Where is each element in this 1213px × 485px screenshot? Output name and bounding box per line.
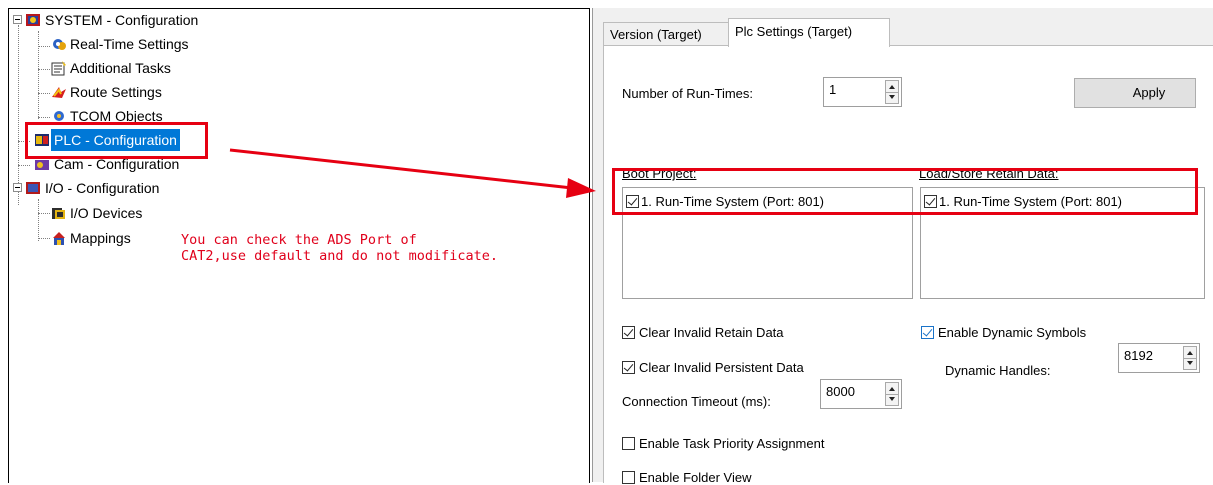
spin-down-icon[interactable] bbox=[1187, 361, 1193, 365]
runtimes-label: Number of Run-Times: bbox=[622, 86, 753, 101]
annotation-line: You can check the ADS Port of bbox=[181, 232, 417, 248]
tree-label: SYSTEM - Configuration bbox=[45, 12, 199, 28]
plc-config-icon bbox=[35, 134, 49, 146]
tree-label: Route Settings bbox=[70, 84, 162, 100]
retain-runtime-item: 1. Run-Time System (Port: 801) bbox=[939, 194, 1123, 209]
boot-project-label: Boot Project: bbox=[622, 166, 697, 181]
connection-timeout-label: Connection Timeout (ms): bbox=[622, 394, 771, 409]
system-config-icon bbox=[26, 14, 40, 26]
tcom-icon bbox=[54, 111, 64, 121]
dynamic-symbols-checkbox[interactable] bbox=[921, 326, 934, 339]
tree-item-route-settings[interactable]: Route Settings bbox=[9, 81, 259, 103]
tree-item-io-devices[interactable]: I/O Devices bbox=[9, 202, 259, 224]
tree-item-tcom-objects[interactable]: TCOM Objects bbox=[9, 105, 259, 127]
runtimes-value: 1 bbox=[829, 82, 837, 97]
annotation-line: CAT2,use default and do not modificate. bbox=[181, 248, 498, 264]
clear-retain-label: Clear Invalid Retain Data bbox=[639, 325, 784, 340]
apply-label: Apply bbox=[1132, 85, 1166, 100]
boot-project-list[interactable]: 1. Run-Time System (Port: 801) bbox=[622, 187, 913, 299]
tree-label: Additional Tasks bbox=[70, 60, 171, 76]
tab-label: Version (Target) bbox=[610, 27, 702, 42]
tab-plc-settings-target[interactable]: Plc Settings (Target) bbox=[728, 18, 890, 47]
spin-down-icon[interactable] bbox=[889, 397, 895, 401]
tree-item-realtime-settings[interactable]: Real-Time Settings bbox=[9, 33, 259, 55]
runtimes-spinner[interactable]: 1 bbox=[823, 77, 902, 107]
dynamic-handles-label: Dynamic Handles: bbox=[945, 363, 1051, 378]
mappings-icon bbox=[53, 232, 65, 245]
tree-label: Cam - Configuration bbox=[54, 156, 180, 172]
tab-label: Plc Settings (Target) bbox=[735, 24, 853, 39]
folder-view-label: Enable Folder View bbox=[639, 470, 752, 485]
retain-data-list[interactable]: 1. Run-Time System (Port: 801) bbox=[920, 187, 1205, 299]
boot-runtime-checkbox[interactable] bbox=[626, 195, 639, 208]
tree-label-selected: PLC - Configuration bbox=[51, 129, 180, 151]
collapse-toggle[interactable] bbox=[13, 15, 22, 24]
collapse-toggle[interactable] bbox=[13, 183, 22, 192]
tree-item-io-configuration[interactable]: I/O - Configuration bbox=[9, 177, 259, 199]
spin-up-icon[interactable] bbox=[889, 387, 895, 391]
tree-label: I/O - Configuration bbox=[45, 180, 160, 196]
io-devices-icon bbox=[52, 208, 65, 219]
spin-up-icon[interactable] bbox=[889, 85, 895, 89]
tree-label: Real-Time Settings bbox=[70, 36, 189, 52]
task-priority-checkbox[interactable] bbox=[622, 437, 635, 450]
clear-retain-checkbox[interactable] bbox=[622, 326, 635, 339]
realtime-icon bbox=[53, 39, 66, 50]
tree-item-plc-configuration[interactable]: PLC - Configuration bbox=[9, 129, 259, 151]
boot-runtime-item: 1. Run-Time System (Port: 801) bbox=[641, 194, 825, 209]
tree-label: I/O Devices bbox=[70, 205, 143, 221]
folder-view-checkbox[interactable] bbox=[622, 471, 635, 484]
tree-item-system[interactable]: SYSTEM - Configuration bbox=[9, 9, 259, 31]
tab-content: Number of Run-Times: 1 Apply Boot Projec… bbox=[603, 45, 1213, 485]
plc-settings-panel: Version (Target) Plc Settings (Target) N… bbox=[592, 8, 1213, 485]
retain-runtime-checkbox[interactable] bbox=[924, 195, 937, 208]
tree-item-cam-configuration[interactable]: Cam - Configuration bbox=[9, 153, 259, 175]
connection-timeout-value: 8000 bbox=[826, 384, 855, 399]
dynamic-handles-value: 8192 bbox=[1124, 348, 1153, 363]
retain-data-label: Load/Store Retain Data: bbox=[919, 166, 1059, 181]
task-priority-label: Enable Task Priority Assignment bbox=[639, 436, 825, 451]
spinner-arrows[interactable] bbox=[885, 382, 899, 406]
tree-label: Mappings bbox=[70, 230, 131, 246]
spin-up-icon[interactable] bbox=[1187, 351, 1193, 355]
tasks-icon bbox=[51, 61, 66, 76]
clear-persistent-label: Clear Invalid Persistent Data bbox=[639, 360, 804, 375]
dynamic-symbols-label: Enable Dynamic Symbols bbox=[938, 325, 1087, 340]
tree-item-additional-tasks[interactable]: Additional Tasks bbox=[9, 57, 259, 79]
apply-button[interactable]: Apply bbox=[1074, 78, 1196, 108]
dynamic-handles-spinner[interactable]: 8192 bbox=[1118, 343, 1200, 373]
tree-label: TCOM Objects bbox=[70, 108, 163, 124]
cam-config-icon bbox=[35, 160, 49, 170]
spin-down-icon[interactable] bbox=[889, 95, 895, 99]
connection-timeout-spinner[interactable]: 8000 bbox=[820, 379, 902, 409]
spinner-arrows[interactable] bbox=[1183, 346, 1197, 370]
io-config-icon bbox=[26, 182, 40, 194]
tab-version-target[interactable]: Version (Target) bbox=[603, 22, 739, 47]
route-icon bbox=[52, 87, 66, 98]
spinner-arrows[interactable] bbox=[885, 80, 899, 104]
configuration-tree[interactable]: SYSTEM - Configuration Real-Time Setting… bbox=[8, 8, 590, 483]
clear-persistent-checkbox[interactable] bbox=[622, 361, 635, 374]
annotation-note: You can check the ADS Port of CAT2,use d… bbox=[181, 232, 498, 264]
